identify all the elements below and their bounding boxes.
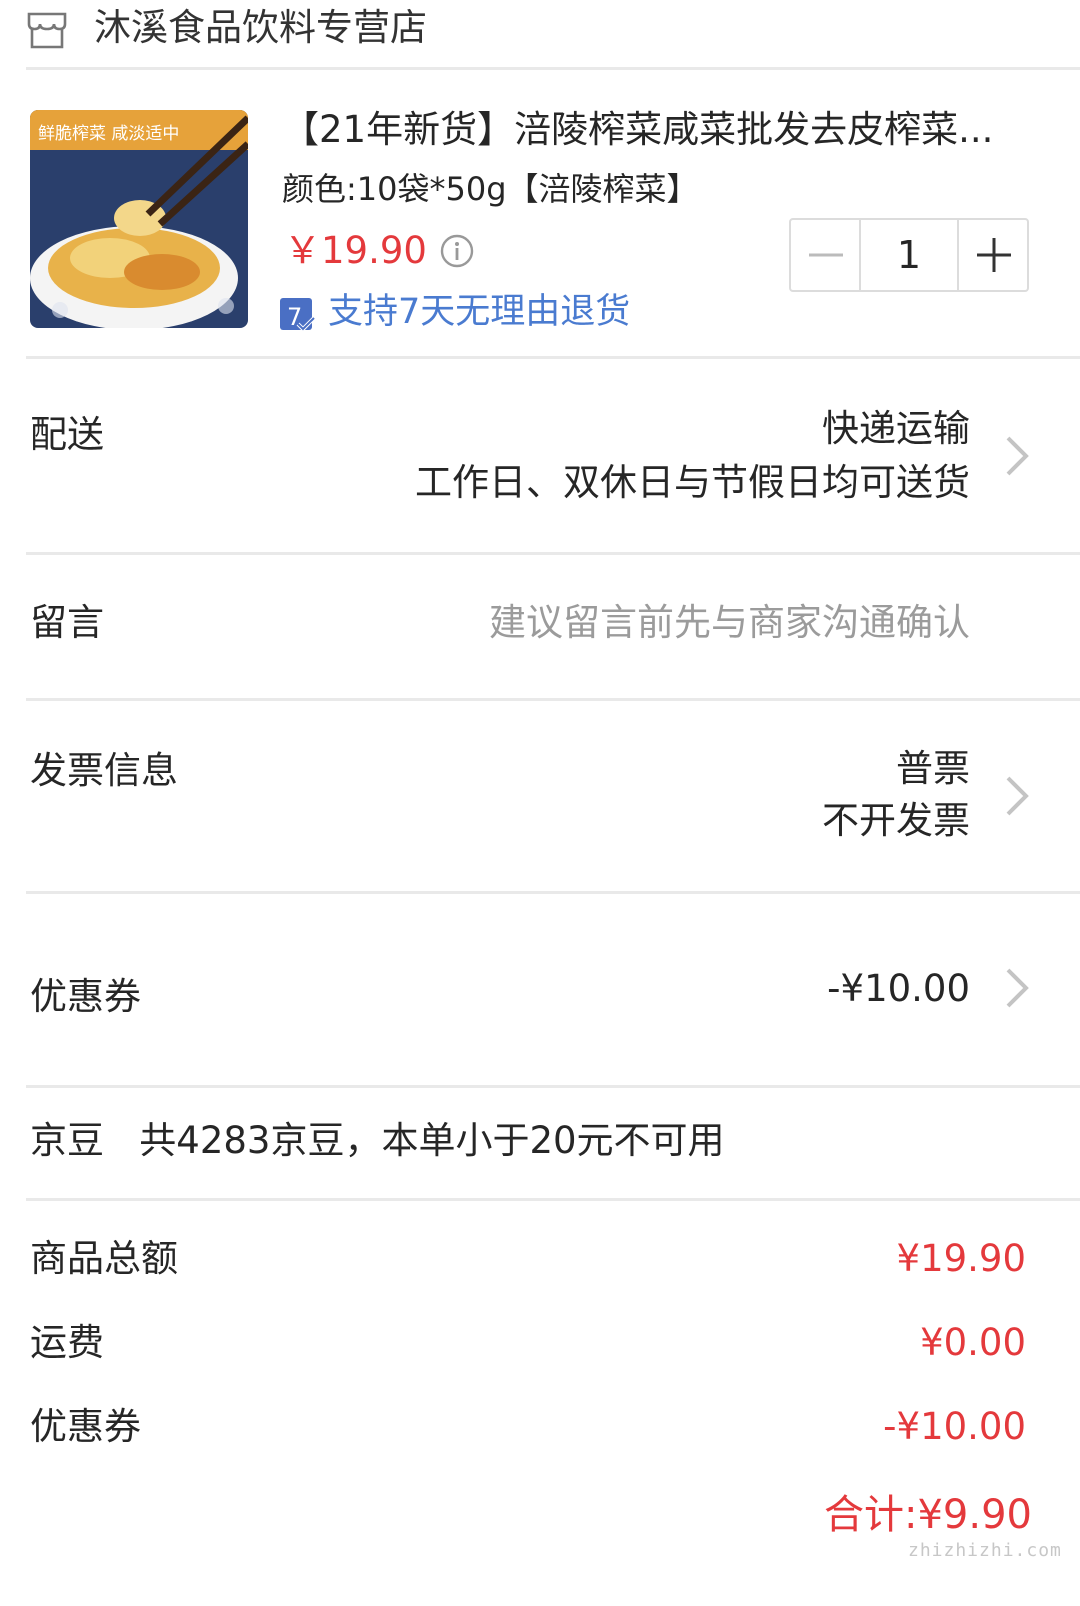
plus-icon: [977, 238, 1011, 272]
invoice-label: 发票信息: [30, 749, 178, 792]
jingdou-text: 共4283京豆，本单小于20元不可用: [139, 1119, 725, 1162]
jingdou-row: 京豆 共4283京豆，本单小于20元不可用: [30, 1116, 725, 1166]
divider: [26, 1085, 1080, 1088]
chevron-right-icon: [1006, 968, 1029, 1008]
total-amount: 合计:¥9.90: [824, 1488, 1032, 1542]
decrease-button[interactable]: [791, 220, 861, 290]
product-spec[interactable]: 颜色:10袋*50g【涪陵榨菜】: [282, 166, 699, 212]
delivery-method: 快递运输: [822, 407, 970, 450]
message-input[interactable]: 建议留言前先与商家沟通确认: [489, 598, 970, 648]
product-image-caption: 鲜脆榨菜 咸淡适中: [38, 124, 179, 144]
store-icon: [27, 12, 67, 49]
return-policy: 支持7天无理由退货: [328, 292, 631, 332]
increase-button[interactable]: [957, 220, 1027, 290]
message-label: 留言: [30, 601, 104, 644]
divider: [26, 552, 1080, 555]
info-icon[interactable]: [440, 234, 474, 268]
invoice-type: 普票: [896, 747, 970, 790]
total-value: ¥9.90: [917, 1492, 1032, 1538]
chevron-right-icon: [1006, 436, 1029, 476]
divider: [26, 356, 1080, 359]
product-image[interactable]: 鲜脆榨菜 咸淡适中: [30, 110, 248, 328]
total-label: 合计:: [824, 1492, 918, 1538]
watermark: zhizhizhi.com: [908, 1540, 1062, 1561]
minus-icon: [809, 253, 843, 257]
quantity-value[interactable]: 1: [861, 220, 957, 290]
summary-subtotal-value: ¥19.90: [896, 1237, 1026, 1280]
product-price: ￥19.90: [284, 229, 427, 272]
summary-shipping-label: 运费: [30, 1321, 104, 1364]
chevron-right-icon: [1006, 776, 1029, 816]
summary-subtotal-label: 商品总额: [30, 1237, 178, 1280]
summary-coupon-label: 优惠券: [30, 1405, 141, 1448]
seven-day-return-icon: 7: [280, 298, 316, 332]
invoice-status: 不开发票: [822, 799, 970, 842]
store-header[interactable]: 沐溪食品饮料专营店: [0, 0, 1080, 70]
divider: [26, 891, 1080, 894]
quantity-stepper[interactable]: 1: [789, 218, 1029, 292]
summary-shipping-value: ¥0.00: [920, 1321, 1026, 1364]
summary-coupon-value: -¥10.00: [883, 1405, 1026, 1448]
jingdou-label: 京豆: [30, 1119, 104, 1162]
divider: [26, 1198, 1080, 1201]
store-name[interactable]: 沐溪食品饮料专营店: [94, 4, 427, 52]
coupon-label: 优惠券: [30, 975, 141, 1018]
delivery-label: 配送: [30, 413, 104, 456]
divider: [26, 67, 1080, 70]
product-title[interactable]: 【21年新货】涪陵榨菜咸菜批发去皮榨菜...: [282, 104, 1032, 156]
coupon-value: -¥10.00: [827, 967, 970, 1010]
divider: [26, 698, 1080, 701]
delivery-schedule: 工作日、双休日与节假日均可送货: [415, 461, 970, 504]
